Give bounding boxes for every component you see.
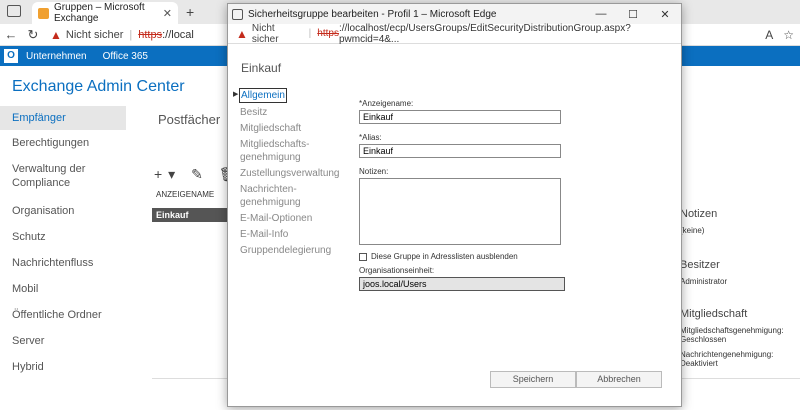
display-name-label: *Anzeigename: (359, 99, 414, 108)
dialog-nav-besitz[interactable]: Besitz (240, 106, 350, 119)
dialog-urlbar: ▲ Nicht sicher | https ://localhost/ecp/… (228, 23, 681, 45)
notes-value: (keine) (680, 226, 705, 235)
display-name-input[interactable]: Einkauf (359, 110, 561, 124)
url-divider: | (129, 28, 133, 41)
dialog-heading: Einkauf (241, 61, 282, 75)
cancel-button[interactable]: Abbrechen (576, 371, 662, 388)
tab-actions-icon[interactable] (7, 5, 21, 17)
browser-tab-title: Gruppen – Microsoft Exchange (54, 2, 145, 24)
dialog-nav-email-optionen[interactable]: E-Mail-Optionen (240, 212, 350, 225)
not-secure-label[interactable]: Nicht sicher (252, 23, 303, 45)
column-header-anzeigename[interactable]: ANZEIGENAME (156, 190, 214, 199)
msg-approval-value: Deaktiviert (680, 359, 718, 368)
owner-value: Administrator (680, 277, 728, 286)
window-controls: — ☐ ✕ (585, 8, 681, 21)
dialog-nav-gruppendelegierung[interactable]: Gruppendelegierung (240, 244, 350, 257)
dialog-nav: ▶ Allgemein Besitz Mitgliedschaft Mitgli… (233, 88, 350, 260)
browser-actions: A ☆ (765, 28, 794, 42)
favorite-icon[interactable]: ☆ (783, 28, 794, 42)
dialog-nav-mitgliedschaftsgenehmigung[interactable]: Mitgliedschafts-genehmigung (240, 138, 315, 164)
nav-item-nachrichtenfluss[interactable]: Nachrichtenfluss (0, 250, 126, 276)
window-icon (232, 8, 243, 20)
dialog-titlebar[interactable]: Sicherheitsgruppe bearbeiten - Profil 1 … (228, 4, 681, 24)
hide-from-lists-checkbox[interactable] (359, 252, 367, 261)
nav-item-empfaenger[interactable]: Empfänger (0, 106, 126, 130)
ou-label: Organisationseinheit: (359, 266, 435, 275)
nav-item-oeffentliche-ordner[interactable]: Öffentliche Ordner (0, 302, 126, 328)
minimize-icon[interactable]: — (585, 8, 617, 21)
nav-item-server[interactable]: Server (0, 328, 126, 354)
dialog-window-title: Sicherheitsgruppe bearbeiten - Profil 1 … (248, 8, 497, 20)
warning-icon: ▲ (236, 26, 248, 41)
approval-label: Mitgliedschaftsgenehmigung: (680, 326, 784, 335)
details-panel: Notizen (keine) Besitzer Administrator M… (680, 208, 795, 368)
refresh-icon[interactable]: ↻ (22, 27, 44, 43)
notes-textarea[interactable] (359, 178, 561, 245)
table-row[interactable]: Einkauf (152, 208, 232, 222)
notes-label: Notizen: (359, 167, 389, 176)
warning-icon: ▲ (50, 27, 62, 42)
new-tab-button[interactable]: + (186, 4, 194, 20)
dialog-nav-zustellungsverwaltung[interactable]: Zustellungsverwaltung (240, 167, 350, 180)
link-office365[interactable]: Office 365 (103, 51, 148, 62)
hide-from-lists-row: Diese Gruppe in Adresslisten ausblenden (359, 252, 569, 261)
back-icon[interactable]: ← (0, 27, 22, 42)
save-button[interactable]: Speichern (490, 371, 576, 388)
url-https[interactable]: https (138, 29, 162, 41)
notes-heading: Notizen (680, 208, 718, 220)
exchange-favicon-icon (38, 7, 49, 19)
url-divider: | (308, 28, 312, 39)
eac-leftnav: Empfänger Berechtigungen Verwaltung der … (0, 106, 126, 380)
read-aloud-icon[interactable]: A (765, 28, 773, 42)
msg-approval-label: Nachrichtengenehmigung: (680, 350, 774, 359)
not-secure-label[interactable]: Nicht sicher (66, 29, 123, 41)
owner-heading: Besitzer (680, 259, 720, 271)
alias-input[interactable]: Einkauf (359, 144, 561, 158)
dialog-nav-mitgliedschaft[interactable]: Mitgliedschaft (240, 122, 350, 135)
url-text[interactable]: ://local (162, 29, 194, 41)
edit-group-dialog: Sicherheitsgruppe bearbeiten - Profil 1 … (227, 3, 682, 407)
nav-item-mobil[interactable]: Mobil (0, 276, 126, 302)
tab-close-icon[interactable]: ✕ (163, 7, 172, 20)
nav-item-berechtigungen[interactable]: Berechtigungen (0, 130, 126, 156)
membership-heading: Mitgliedschaft (680, 308, 748, 320)
hide-from-lists-label[interactable]: Diese Gruppe in Adresslisten ausblenden (371, 252, 518, 261)
tab-postfaecher[interactable]: Postfächer (158, 112, 220, 127)
dialog-nav-nachrichtengenehmigung[interactable]: Nachrichten-genehmigung (240, 183, 301, 209)
approval-value: Geschlossen (680, 335, 727, 344)
selected-arrow-icon: ▶ (233, 91, 239, 98)
general-form: *Anzeigename: Einkauf *Alias: Einkauf No… (359, 99, 569, 291)
link-unternehmen[interactable]: Unternehmen (26, 51, 87, 62)
nav-item-compliance[interactable]: Verwaltung der Compliance (0, 156, 126, 198)
url-text[interactable]: ://localhost/ecp/UsersGroups/EditSecurit… (339, 23, 681, 45)
nav-item-organisation[interactable]: Organisation (0, 198, 126, 224)
close-icon[interactable]: ✕ (649, 8, 681, 21)
office-logo-icon[interactable]: O (4, 49, 18, 63)
alias-label: *Alias: (359, 133, 382, 142)
url-https[interactable]: https (317, 28, 339, 39)
ou-field: joos.local/Users (359, 277, 565, 291)
browser-tab[interactable]: Gruppen – Microsoft Exchange ✕ (32, 2, 178, 24)
dialog-nav-email-info[interactable]: E-Mail-Info (240, 228, 350, 241)
nav-item-schutz[interactable]: Schutz (0, 224, 126, 250)
maximize-icon[interactable]: ☐ (617, 8, 649, 21)
eac-title: Exchange Admin Center (12, 78, 185, 95)
nav-item-hybrid[interactable]: Hybrid (0, 354, 126, 380)
dialog-nav-allgemein[interactable]: Allgemein (239, 88, 287, 103)
